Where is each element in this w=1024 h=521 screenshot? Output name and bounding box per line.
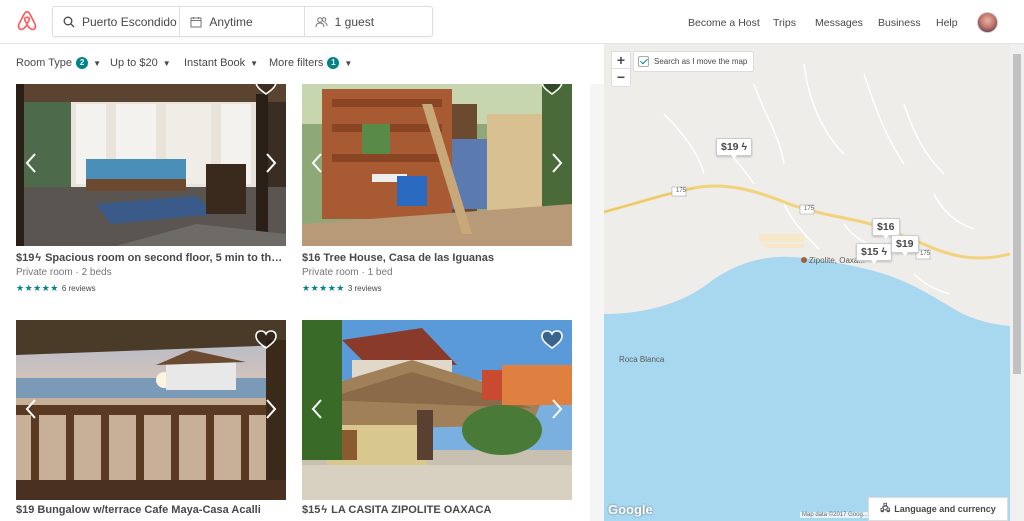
zoom-in-button[interactable]: + — [612, 52, 630, 69]
instant-book-filter[interactable]: Instant Book ▼ — [184, 57, 258, 69]
listing-room-info: Private room · 1 bed — [302, 267, 393, 278]
dates-value: Anytime — [209, 14, 253, 29]
listing-title[interactable]: $19 Bungalow w/terrace Cafe Maya-Casa Ac… — [16, 504, 286, 516]
room-type-count-badge: 2 — [76, 57, 89, 69]
price-filter[interactable]: Up to $20 ▼ — [110, 57, 171, 69]
location-input[interactable]: Puerto Escondido — [53, 7, 181, 36]
listings-grid: $19 ϟ Spacious room on second floor, 5 m… — [0, 84, 590, 521]
prev-photo-icon[interactable] — [310, 398, 324, 420]
chevron-down-icon: ▼ — [344, 58, 353, 68]
listings-scrollbar[interactable] — [590, 84, 604, 521]
location-value: Puerto Escondido — [82, 14, 177, 29]
guests-value: 1 guest — [334, 14, 375, 29]
checkbox-checked-icon[interactable] — [638, 56, 649, 67]
heart-icon[interactable] — [255, 330, 277, 350]
map-canvas — [604, 44, 1010, 521]
road-175-label: 175 — [804, 206, 815, 212]
listing-photo[interactable] — [302, 320, 572, 500]
listing-title[interactable]: $19 ϟ Spacious room on second floor, 5 m… — [16, 252, 286, 264]
chevron-down-icon: ▼ — [93, 58, 101, 68]
zoom-control: + − — [611, 51, 631, 87]
scrollbar-thumb[interactable] — [1013, 54, 1021, 374]
google-logo: Google — [608, 502, 653, 517]
listing-photo[interactable] — [16, 320, 286, 500]
top-header: Puerto Escondido Anytime 1 guest Become … — [0, 0, 1024, 44]
star-rating-icon: ★★★★★ — [16, 283, 59, 293]
search-as-move-toggle[interactable]: Search as I move the map — [633, 51, 755, 72]
map-price-pin[interactable]: $15 ϟ — [856, 243, 893, 264]
nav-messages[interactable]: Messages — [815, 17, 863, 29]
listing-title[interactable]: $16 Tree House, Casa de las Iguanas — [302, 252, 572, 264]
listing-card[interactable]: $15 ϟ LA CASITA ZIPOLITE OAXACA — [302, 320, 572, 521]
road-175-label: 175 — [676, 188, 687, 194]
review-count: 6 reviews — [61, 284, 96, 293]
next-photo-icon[interactable] — [550, 398, 564, 420]
filter-bar: Room Type 2 ▼ Up to $20 ▼ Instant Book ▼… — [0, 44, 604, 84]
nav-become-host[interactable]: Become a Host — [688, 17, 760, 29]
next-photo-icon[interactable] — [264, 398, 278, 420]
more-filters-count-badge: 1 — [327, 57, 340, 69]
prev-photo-icon[interactable] — [310, 152, 324, 174]
nav-business[interactable]: Business — [878, 17, 921, 29]
roca-blanca-label: Roca Blanca — [619, 355, 665, 364]
next-photo-icon[interactable] — [264, 152, 278, 174]
listing-rating: ★★★★★ 6 reviews — [16, 283, 96, 294]
globe-icon: 🖧 — [880, 503, 891, 513]
zoom-out-button[interactable]: − — [612, 69, 630, 86]
room-type-filter[interactable]: Room Type 2 ▼ — [16, 57, 101, 69]
dates-input[interactable]: Anytime — [180, 7, 305, 36]
nav-help[interactable]: Help — [936, 17, 958, 29]
instant-book-icon: ϟ — [320, 504, 329, 516]
prev-photo-icon[interactable] — [24, 152, 38, 174]
guests-icon — [315, 16, 328, 27]
map-price-pin[interactable]: $19 ϟ — [716, 138, 753, 159]
search-as-move-label: Search as I move the map — [654, 57, 748, 66]
price-label: Up to $20 — [110, 57, 158, 69]
heart-icon[interactable] — [541, 84, 563, 96]
review-count: 3 reviews — [347, 284, 382, 293]
listing-price: $19 — [16, 504, 35, 516]
chevron-down-icon: ▼ — [162, 58, 171, 68]
nav-trips[interactable]: Trips — [773, 17, 796, 29]
listing-price: $19 — [16, 252, 35, 264]
user-avatar[interactable] — [977, 12, 998, 33]
listing-price: $15 — [302, 504, 321, 516]
listing-photo[interactable] — [16, 84, 286, 246]
map-data-attribution[interactable]: Map data ©2017 Goog... — [800, 512, 870, 518]
map-price-pin[interactable]: $19 — [891, 235, 919, 256]
language-currency-button[interactable]: 🖧 Language and currency — [868, 497, 1008, 521]
calendar-icon — [190, 16, 202, 27]
search-bar: Puerto Escondido Anytime 1 guest — [52, 6, 433, 37]
airbnb-logo-icon[interactable] — [16, 10, 38, 32]
map-price-pin[interactable]: $16 — [872, 218, 900, 239]
heart-icon[interactable] — [541, 330, 563, 350]
instant-book-icon: ϟ — [34, 252, 43, 264]
more-filters-label: More filters — [269, 57, 324, 69]
listing-card[interactable]: $16 Tree House, Casa de las Iguanas Priv… — [302, 84, 572, 299]
page-scrollbar[interactable] — [1010, 44, 1024, 521]
language-currency-label: Language and currency — [894, 504, 996, 514]
road-175-label: 175 — [920, 251, 931, 257]
search-icon — [63, 16, 75, 27]
room-type-label: Room Type — [16, 57, 73, 69]
heart-icon[interactable] — [255, 84, 277, 96]
listing-price: $16 — [302, 252, 321, 264]
instant-book-label: Instant Book — [184, 57, 246, 69]
listing-card[interactable]: $19 Bungalow w/terrace Cafe Maya-Casa Ac… — [16, 320, 286, 521]
guests-input[interactable]: 1 guest — [305, 7, 432, 36]
listing-title[interactable]: $15 ϟ LA CASITA ZIPOLITE OAXACA — [302, 504, 572, 516]
listing-card[interactable]: $19 ϟ Spacious room on second floor, 5 m… — [16, 84, 286, 299]
listing-rating: ★★★★★ 3 reviews — [302, 283, 382, 294]
chevron-down-icon: ▼ — [250, 58, 259, 68]
star-rating-icon: ★★★★★ — [302, 283, 345, 293]
listing-photo[interactable] — [302, 84, 572, 246]
next-photo-icon[interactable] — [550, 152, 564, 174]
more-filters-button[interactable]: More filters 1 ▼ — [269, 57, 352, 69]
listing-room-info: Private room · 2 beds — [16, 267, 112, 278]
map-panel[interactable]: 175 175 175 Zipolite, Oaxa... Roca Blanc… — [604, 44, 1010, 521]
prev-photo-icon[interactable] — [24, 398, 38, 420]
